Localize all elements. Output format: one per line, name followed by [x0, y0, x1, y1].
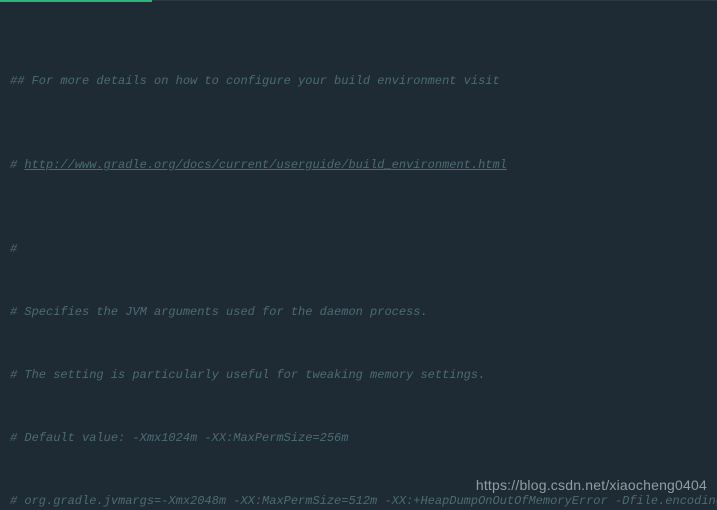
comment-text: # Specifies the JVM arguments used for t…: [10, 305, 428, 319]
code-line: # Default value: -Xmx1024m -XX:MaxPermSi…: [10, 428, 717, 449]
comment-text: #: [10, 242, 17, 256]
code-line: ## For more details on how to configure …: [10, 71, 717, 92]
code-line: #: [10, 239, 717, 260]
comment-text: # org.gradle.jvmargs=-Xmx2048m -XX:MaxPe…: [10, 494, 717, 508]
watermark-text: https://blog.csdn.net/xiaocheng0404: [476, 475, 707, 496]
code-line: # Specifies the JVM arguments used for t…: [10, 302, 717, 323]
comment-text: # Default value: -Xmx1024m -XX:MaxPermSi…: [10, 431, 348, 445]
code-line: # The setting is particularly useful for…: [10, 365, 717, 386]
comment-prefix: #: [10, 158, 24, 172]
doc-link[interactable]: http://www.gradle.org/docs/current/userg…: [24, 158, 506, 172]
comment-text: ## For more details on how to configure …: [10, 74, 500, 88]
comment-text: # The setting is particularly useful for…: [10, 368, 485, 382]
code-editor[interactable]: ## For more details on how to configure …: [0, 0, 717, 510]
active-tab-accent: [0, 0, 152, 2]
code-line: # http://www.gradle.org/docs/current/use…: [10, 155, 717, 176]
